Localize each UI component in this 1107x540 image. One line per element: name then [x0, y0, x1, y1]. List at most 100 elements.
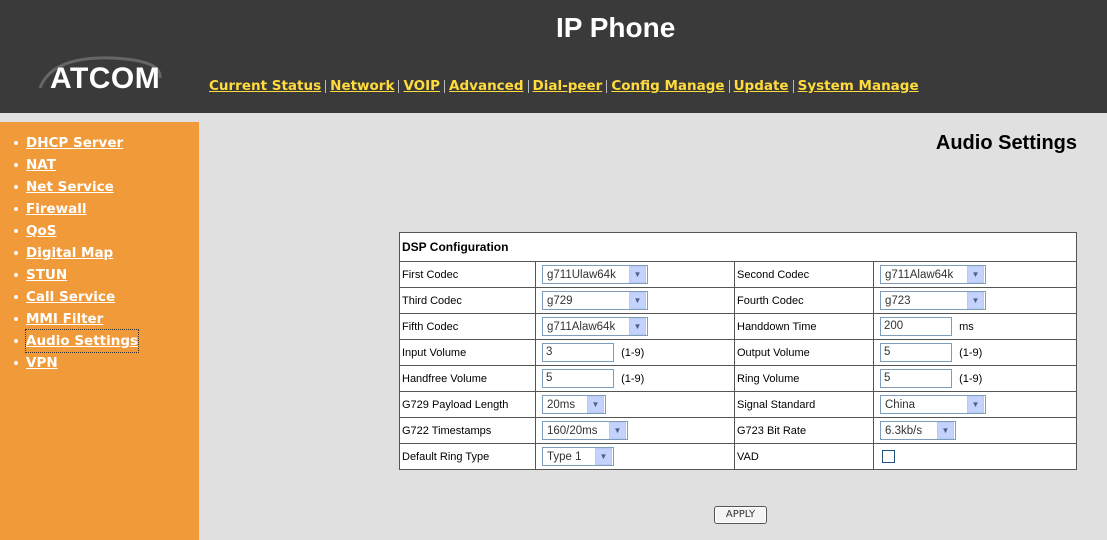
nav-dial-peer[interactable]: Dial-peer: [533, 78, 603, 94]
sidebar-item-nat[interactable]: NAT: [14, 154, 199, 176]
page-title: Audio Settings: [935, 132, 1077, 154]
first-codec-label: First Codec: [399, 261, 536, 288]
handdown-time-input[interactable]: 200: [880, 317, 952, 336]
table-row: G729 Payload Length 20ms ▼ Signal Standa…: [399, 391, 1077, 418]
sidebar-item-label[interactable]: QoS: [26, 220, 56, 242]
nav-separator: [527, 79, 529, 93]
output-volume-input[interactable]: 5: [880, 343, 952, 362]
fifth-codec-label: Fifth Codec: [399, 313, 536, 340]
nav-network[interactable]: Network: [330, 78, 394, 94]
g723-bit-rate-select[interactable]: 6.3kb/s ▼: [880, 421, 956, 440]
table-row: G722 Timestamps 160/20ms ▼ G723 Bit Rate…: [399, 417, 1077, 444]
table-row: Third Codec g729 ▼ Fourth Codec g723 ▼: [399, 287, 1077, 314]
signal-standard-select[interactable]: China ▼: [880, 395, 986, 414]
sidebar: DHCP Server NAT Net Service Firewall QoS…: [0, 122, 199, 540]
nav-separator: [606, 79, 608, 93]
sidebar-item-label[interactable]: Digital Map: [26, 242, 113, 264]
handfree-volume-label: Handfree Volume: [399, 365, 536, 392]
bullet-icon: [14, 317, 18, 321]
chevron-down-icon: ▼: [629, 266, 646, 283]
second-codec-value: g711Alaw64k: [885, 268, 954, 281]
output-volume-range: (1-9): [959, 346, 983, 359]
chevron-down-icon: ▼: [967, 396, 984, 413]
third-codec-select[interactable]: g729 ▼: [542, 291, 648, 310]
nav-advanced[interactable]: Advanced: [449, 78, 523, 94]
top-nav: Current Status Network VOIP Advanced Dia…: [209, 78, 919, 94]
apply-button[interactable]: APPLY: [714, 506, 767, 524]
bullet-icon: [14, 273, 18, 277]
chevron-down-icon: ▼: [967, 292, 984, 309]
table-title: DSP Configuration: [399, 232, 1077, 262]
g729-payload-length-value: 20ms: [547, 398, 576, 411]
bullet-icon: [14, 251, 18, 255]
sidebar-menu: DHCP Server NAT Net Service Firewall QoS…: [0, 122, 199, 374]
nav-separator: [325, 79, 327, 93]
chevron-down-icon: ▼: [587, 396, 604, 413]
sidebar-item-call-service[interactable]: Call Service: [14, 286, 199, 308]
bullet-icon: [14, 339, 18, 343]
header: ATCOM IP Phone Current Status Network VO…: [0, 0, 1107, 113]
bullet-icon: [14, 361, 18, 365]
sidebar-item-label[interactable]: Call Service: [26, 286, 115, 308]
chevron-down-icon: ▼: [967, 266, 984, 283]
default-ring-type-select[interactable]: Type 1 ▼: [542, 447, 614, 466]
sidebar-item-mmi-filter[interactable]: MMI Filter: [14, 308, 199, 330]
chevron-down-icon: ▼: [595, 448, 612, 465]
vad-label: VAD: [734, 443, 874, 470]
sidebar-item-digital-map[interactable]: Digital Map: [14, 242, 199, 264]
fifth-codec-select[interactable]: g711Alaw64k ▼: [542, 317, 648, 336]
chevron-down-icon: ▼: [937, 422, 954, 439]
first-codec-value: g711Ulaw64k: [547, 268, 616, 281]
bullet-icon: [14, 163, 18, 167]
sidebar-item-label[interactable]: DHCP Server: [26, 132, 123, 154]
first-codec-select[interactable]: g711Ulaw64k ▼: [542, 265, 648, 284]
sidebar-item-firewall[interactable]: Firewall: [14, 198, 199, 220]
sidebar-item-audio-settings[interactable]: Audio Settings: [14, 329, 199, 353]
sidebar-item-dhcp-server[interactable]: DHCP Server: [14, 132, 199, 154]
table-row: Default Ring Type Type 1 ▼ VAD: [399, 443, 1077, 470]
chevron-down-icon: ▼: [629, 318, 646, 335]
dsp-configuration-table: DSP Configuration First Codec g711Ulaw64…: [399, 232, 1077, 470]
vad-checkbox[interactable]: [882, 450, 895, 463]
atcom-logo: ATCOM: [32, 48, 162, 106]
nav-system-manage[interactable]: System Manage: [798, 78, 919, 94]
table-row: Input Volume 3 (1-9) Output Volume 5 (1-…: [399, 339, 1077, 366]
sidebar-item-stun[interactable]: STUN: [14, 264, 199, 286]
second-codec-select[interactable]: g711Alaw64k ▼: [880, 265, 986, 284]
ring-volume-label: Ring Volume: [734, 365, 874, 392]
sidebar-item-label[interactable]: Audio Settings: [24, 329, 140, 353]
fourth-codec-select[interactable]: g723 ▼: [880, 291, 986, 310]
logo-text: ATCOM: [50, 62, 161, 95]
g722-timestamps-select[interactable]: 160/20ms ▼: [542, 421, 628, 440]
sidebar-item-label[interactable]: VPN: [26, 352, 58, 374]
g723-bit-rate-label: G723 Bit Rate: [734, 417, 874, 444]
sidebar-item-vpn[interactable]: VPN: [14, 352, 199, 374]
fifth-codec-value: g711Alaw64k: [547, 320, 616, 333]
ring-volume-range: (1-9): [959, 372, 983, 385]
table-header-row: DSP Configuration: [399, 232, 1077, 262]
handfree-volume-range: (1-9): [621, 372, 645, 385]
sidebar-item-label[interactable]: STUN: [26, 264, 67, 286]
nav-current-status[interactable]: Current Status: [209, 78, 321, 94]
g729-payload-length-select[interactable]: 20ms ▼: [542, 395, 606, 414]
third-codec-label: Third Codec: [399, 287, 536, 314]
g722-timestamps-label: G722 Timestamps: [399, 417, 536, 444]
nav-voip[interactable]: VOIP: [403, 78, 440, 94]
sidebar-item-label[interactable]: MMI Filter: [26, 308, 103, 330]
sidebar-item-label[interactable]: NAT: [26, 154, 56, 176]
handdown-time-label: Handdown Time: [734, 313, 874, 340]
nav-config-manage[interactable]: Config Manage: [611, 78, 724, 94]
sidebar-item-net-service[interactable]: Net Service: [14, 176, 199, 198]
sidebar-item-qos[interactable]: QoS: [14, 220, 199, 242]
nav-separator: [398, 79, 400, 93]
sidebar-item-label[interactable]: Firewall: [26, 198, 87, 220]
default-ring-type-label: Default Ring Type: [399, 443, 536, 470]
input-volume-input[interactable]: 3: [542, 343, 614, 362]
nav-separator: [728, 79, 730, 93]
nav-update[interactable]: Update: [734, 78, 789, 94]
ring-volume-input[interactable]: 5: [880, 369, 952, 388]
chevron-down-icon: ▼: [629, 292, 646, 309]
handfree-volume-input[interactable]: 5: [542, 369, 614, 388]
sidebar-item-label[interactable]: Net Service: [26, 176, 114, 198]
input-volume-label: Input Volume: [399, 339, 536, 366]
